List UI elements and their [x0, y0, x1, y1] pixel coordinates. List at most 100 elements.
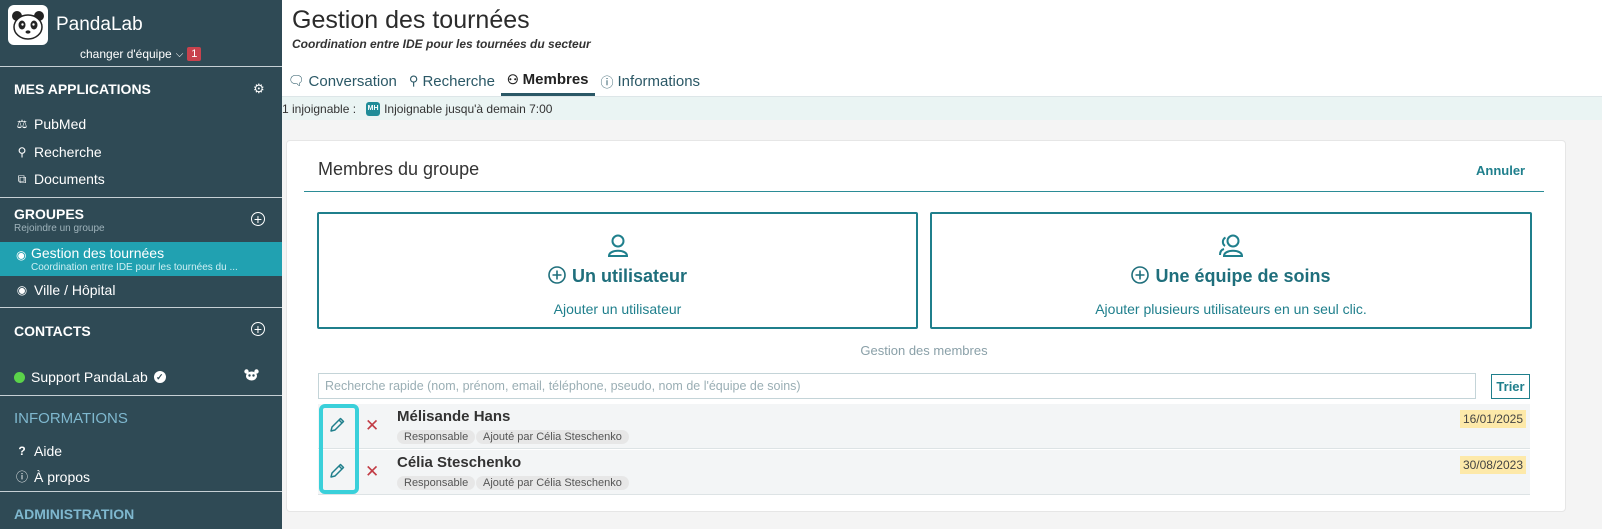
member-name: Mélisande Hans [397, 408, 511, 425]
groups-section-title: GROUPES [14, 206, 85, 222]
sidebar-item-a-propos[interactable]: ⓘ À propos [16, 468, 90, 485]
search-icon: ⚲ [17, 145, 27, 159]
member-search-input[interactable] [318, 373, 1476, 399]
admin-section-title: ADMINISTRATION [14, 506, 135, 522]
members-management-label: Gestion des membres [860, 343, 988, 358]
remove-member-icon[interactable]: ✕ [365, 416, 379, 436]
contact-support-pandalab[interactable]: Support PandaLab ✓ [14, 369, 166, 385]
contact-label: Support PandaLab [31, 369, 148, 385]
add-care-team-card[interactable]: Une équipe de soins Ajouter plusieurs ut… [930, 212, 1532, 329]
chevron-down-icon: ⌵ [175, 48, 184, 60]
main-content: Gestion des tournées Coordination entre … [282, 0, 1602, 529]
sidebar-item-label: Aide [34, 443, 63, 459]
page-subtitle: Coordination entre IDE pour les tournées… [292, 37, 591, 51]
sort-button[interactable]: Trier [1491, 374, 1530, 399]
plus-circle-icon [1131, 266, 1150, 284]
info-icon: ⓘ [16, 470, 29, 484]
sidebar-item-label: Recherche [34, 144, 102, 160]
member-role-tag: Responsable [397, 476, 476, 490]
plus-circle-icon [548, 266, 566, 284]
verified-icon: ✓ [153, 371, 166, 383]
chat-icon: 🗨︎ [288, 73, 305, 88]
paperclip-icon: ⧉ [17, 171, 27, 186]
tab-informations[interactable]: ⓘ Informations [595, 66, 707, 96]
unreachable-text: Injoignable jusqu'à demain 7:00 [384, 101, 553, 116]
member-name: Célia Steschenko [397, 454, 522, 471]
tab-label: Recherche [422, 72, 495, 90]
members-icon: ⚇ [506, 71, 519, 87]
unreachable-status-bar: 1 injoignable : MH Injoignable jusqu'à d… [282, 97, 1602, 120]
user-icon [607, 234, 629, 258]
sidebar-item-ville-hopital[interactable]: ◉ Ville / Hôpital [16, 282, 116, 298]
member-row: ✕ Mélisande Hans Responsable Ajouté par … [318, 404, 1530, 449]
panda-mini-icon [244, 369, 259, 381]
group-label: Ville / Hôpital [34, 282, 116, 298]
search-icon: ⚲ [408, 73, 419, 88]
sidebar-item-label: À propos [34, 468, 91, 485]
sidebar-item-documents[interactable]: ⧉ Documents [16, 171, 105, 187]
remove-member-icon[interactable]: ✕ [365, 462, 379, 482]
panda-logo-icon [8, 5, 48, 45]
tab-recherche[interactable]: ⚲ Recherche [403, 66, 501, 96]
page-title: Gestion des tournées [292, 6, 530, 34]
pubmed-icon: ⚖ [16, 117, 28, 131]
divider [0, 491, 282, 492]
group-eye-icon: ◉ [16, 283, 28, 297]
team-badge: 1 [187, 47, 202, 61]
tab-label: Membres [522, 71, 589, 88]
divider [0, 66, 282, 67]
add-user-title-text: Un utilisateur [571, 266, 687, 286]
divider [0, 307, 282, 308]
member-role-tag: Responsable [397, 430, 476, 444]
add-contact-icon[interactable]: + [251, 322, 265, 336]
sidebar-item-aide[interactable]: ? Aide [16, 443, 62, 459]
member-added-by-tag: Ajouté par Célia Steschenko [476, 430, 629, 444]
divider [0, 197, 282, 198]
sidebar-item-pubmed[interactable]: ⚖ PubMed [16, 116, 87, 132]
member-added-by-tag: Ajouté par Célia Steschenko [476, 476, 629, 490]
sidebar-item-label: Documents [34, 171, 105, 187]
brand[interactable]: PandaLab [8, 5, 143, 45]
divider [0, 395, 282, 396]
add-team-desc: Ajouter plusieurs utilisateurs en un seu… [1095, 301, 1367, 317]
tab-label: Informations [617, 72, 701, 90]
team-switch[interactable]: changer d'équipe ⌵ 1 [80, 47, 202, 61]
member-row: ✕ Célia Steschenko Responsable Ajouté pa… [318, 450, 1530, 495]
app-name: PandaLab [56, 14, 143, 35]
gear-icon[interactable]: ⚙ [253, 81, 265, 97]
member-date-badge: 16/01/2025 [1459, 410, 1526, 428]
unreachable-member[interactable]: MH Injoignable jusqu'à demain 7:00 [366, 101, 553, 116]
cancel-button[interactable]: Annuler [1476, 163, 1525, 178]
add-group-icon[interactable]: + [251, 212, 265, 226]
group-label: Gestion des tournées [31, 245, 165, 261]
question-icon: ? [18, 444, 26, 458]
divider [304, 191, 1544, 192]
member-date-badge: 30/08/2023 [1459, 456, 1526, 474]
sidebar-item-recherche[interactable]: ⚲ Recherche [16, 144, 102, 160]
sidebar: PandaLab changer d'équipe ⌵ 1 MES APPLIC… [0, 0, 282, 529]
contacts-section-title: CONTACTS [14, 323, 91, 339]
tab-label: Conversation [308, 72, 397, 90]
unreachable-count: 1 injoignable : [282, 101, 357, 116]
add-user-title: Un utilisateur [319, 266, 916, 287]
online-status-icon [14, 371, 25, 383]
info-icon: ⓘ [600, 74, 614, 90]
add-team-title-text: Une équipe de soins [1155, 266, 1331, 286]
edit-buttons-highlight [319, 404, 359, 494]
add-team-title: Une équipe de soins [932, 266, 1530, 287]
info-section-title: INFORMATIONS [14, 410, 128, 427]
member-initials-badge: MH [366, 101, 381, 116]
team-icon [1217, 234, 1245, 258]
tab-conversation[interactable]: 🗨︎ Conversation [282, 66, 403, 96]
group-subtitle: Coordination entre IDE pour les tournées… [31, 262, 238, 273]
add-user-desc: Ajouter un utilisateur [553, 301, 682, 317]
group-eye-icon: ◉ [16, 248, 27, 262]
team-switch-label: changer d'équipe [80, 47, 172, 61]
add-user-card[interactable]: Un utilisateur Ajouter un utilisateur [317, 212, 918, 329]
tab-membres[interactable]: ⚇ Membres [500, 66, 595, 96]
tab-bar: 🗨︎ Conversation ⚲ Recherche ⚇ Membres ⓘ … [282, 66, 706, 96]
sidebar-item-gestion-des-tournees[interactable]: ◉ Gestion des tournées Coordination entr… [0, 242, 282, 276]
join-group-link[interactable]: Rejoindre un groupe [14, 223, 105, 234]
sidebar-item-label: PubMed [34, 116, 87, 132]
apps-section-title: MES APPLICATIONS [14, 81, 151, 97]
